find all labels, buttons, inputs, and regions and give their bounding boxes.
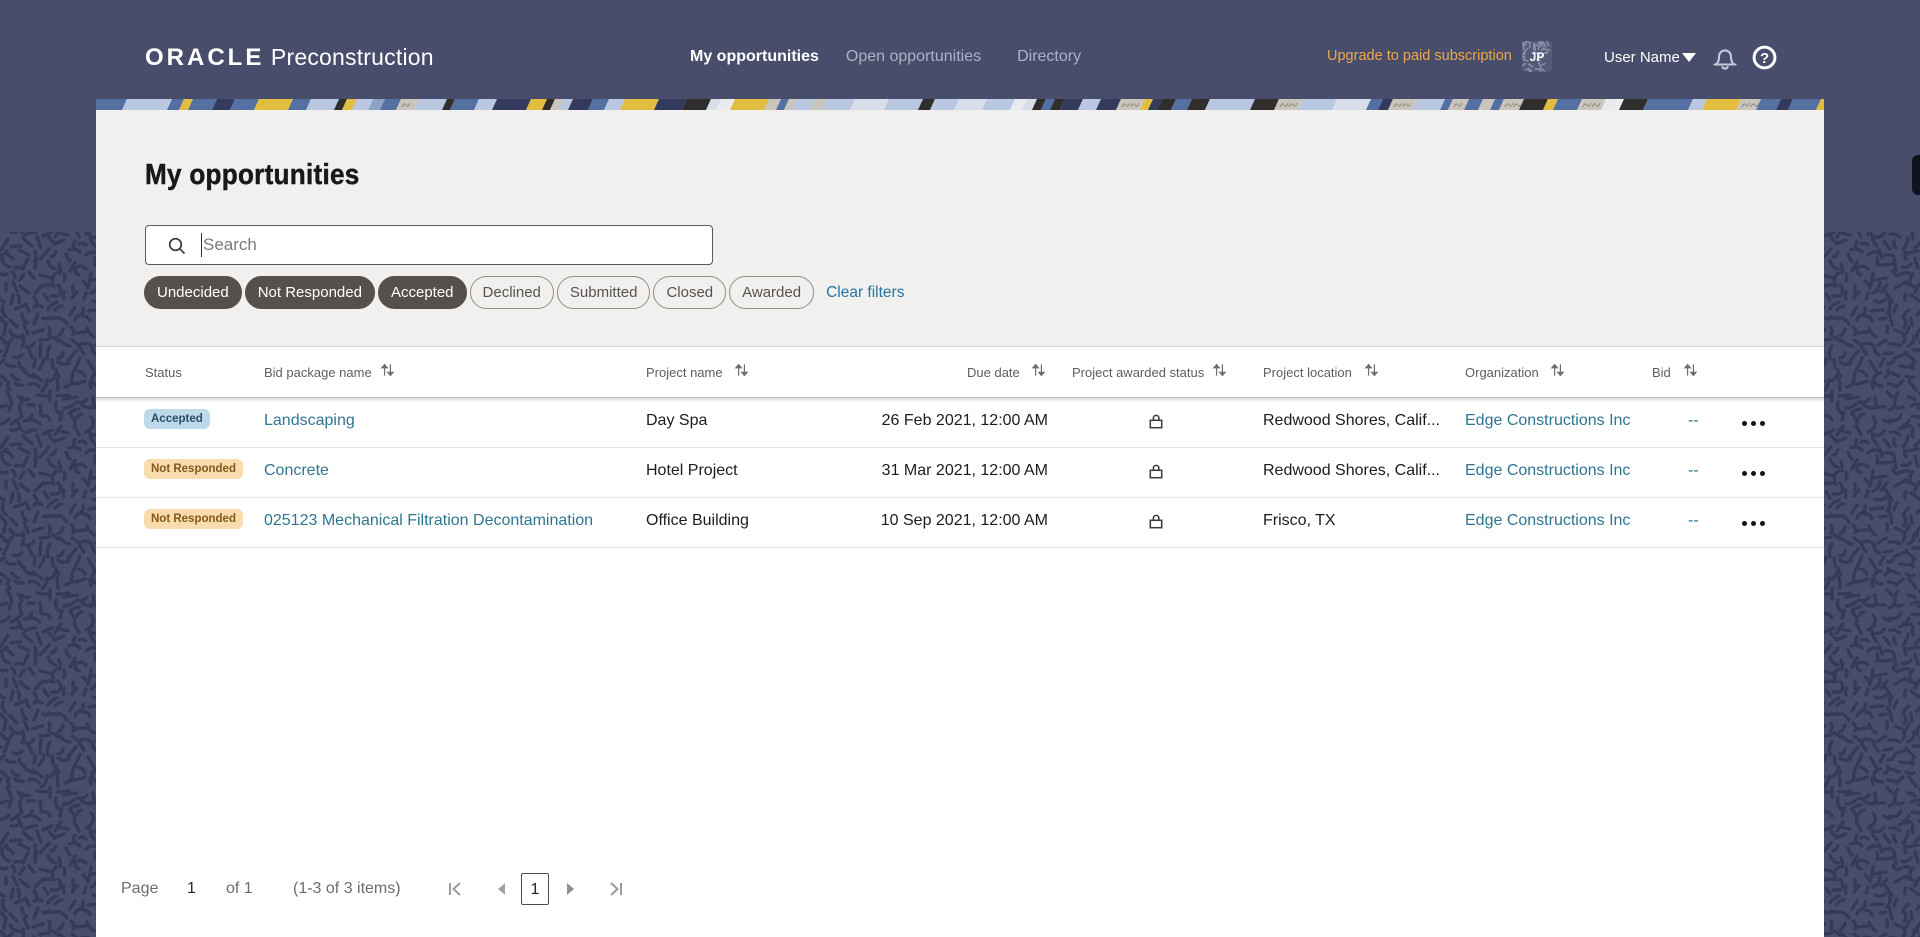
svg-text:?: ? <box>1760 50 1769 67</box>
